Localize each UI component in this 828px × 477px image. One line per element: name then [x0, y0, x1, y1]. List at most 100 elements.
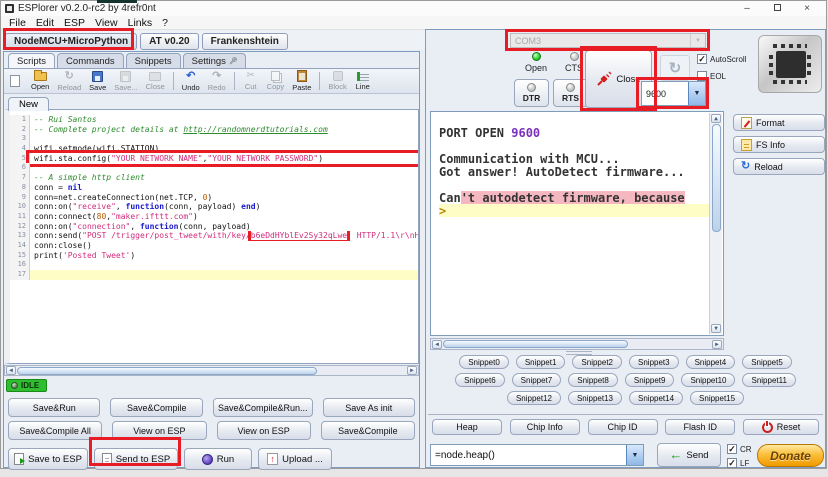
code-line[interactable]: 5 wifi.sta.config("YOUR NETWORK NAME","YO… [10, 149, 418, 168]
toolbar-undo-button[interactable]: ↶ Undo [182, 70, 200, 92]
save-as-init-button[interactable]: Save As init [322, 398, 415, 417]
editor-hscrollbar[interactable]: ◄ ► [4, 365, 419, 376]
chevron-down-icon[interactable]: ▼ [626, 445, 643, 465]
toolbar-reload-button[interactable]: ↻ Reload [57, 70, 81, 92]
firmware-tab-nodemcu-micropython[interactable]: NodeMCU+MicroPython [5, 33, 138, 50]
toolbar-open-button[interactable]: Open [31, 69, 49, 91]
code-line[interactable]: 15 print('Posted Tweet') [10, 250, 418, 261]
command-input[interactable] [431, 445, 626, 465]
send-button[interactable]: ← Send [657, 443, 721, 467]
tab-scripts[interactable]: Scripts [8, 53, 56, 68]
scroll-right-icon[interactable]: ► [712, 339, 722, 349]
chevron-down-icon[interactable]: ▼ [688, 82, 705, 105]
code-line[interactable]: 12 conn:on("connection", function(conn, p… [10, 221, 418, 232]
firmware-tab-frankenshtein[interactable]: Frankenshtein [201, 33, 288, 50]
snippet9-button[interactable]: Snippet9 [624, 373, 675, 387]
snippet3-button[interactable]: Snippet3 [629, 355, 679, 369]
send-to-esp-button[interactable]: Send to ESP [94, 448, 178, 470]
window-close-button[interactable]: × [792, 2, 822, 16]
code-line[interactable]: 16 [10, 260, 418, 270]
code-editor[interactable]: 1 -- Rui Santos 2 -- Complete project detai… [4, 109, 419, 364]
dtr-button[interactable]: DTR [514, 79, 549, 107]
save-compile-button[interactable]: Save&Compile [320, 421, 415, 440]
scroll-up-icon[interactable]: ▲ [711, 114, 721, 123]
chevron-down-icon[interactable]: ▼ [690, 34, 705, 47]
lf-option[interactable]: LF [727, 458, 752, 468]
menu-item-file[interactable]: File [4, 17, 31, 29]
menu-item-links[interactable]: Links [123, 17, 158, 29]
flash-id-button[interactable]: Flash ID [665, 419, 736, 435]
toolbar-close-file-button[interactable]: Close [146, 71, 165, 91]
menu-item-esp[interactable]: ESP [59, 17, 90, 29]
run-button[interactable]: Run [184, 448, 252, 470]
snippet14-button[interactable]: Snippet14 [629, 391, 684, 405]
refresh-ports-button[interactable]: ↻ [660, 55, 690, 81]
snippet6-button[interactable]: Snippet6 [455, 373, 505, 387]
menu-item-help[interactable]: ? [157, 17, 173, 29]
reload-button[interactable]: ↻ Reload [733, 158, 825, 175]
tab-settings[interactable]: Settings [182, 53, 246, 68]
autoscroll-checkbox[interactable] [697, 54, 707, 64]
eol-option[interactable]: EOL [697, 71, 726, 81]
tab-snippets[interactable]: Snippets [125, 53, 181, 68]
snippet15-button[interactable]: Snippet15 [690, 391, 745, 405]
snippet7-button[interactable]: Snippet7 [511, 373, 562, 387]
terminal-output[interactable]: PORT OPEN 9600 Communication with MCU... G… [430, 111, 724, 336]
baud-rate-select[interactable]: 9600 ▼ [641, 81, 706, 106]
view-on-esp-button[interactable]: View on ESP [112, 421, 207, 440]
code-line[interactable]: 1 -- Rui Santos [10, 115, 418, 125]
save-compile-button[interactable]: Save&Compile [110, 398, 203, 417]
snippet0-button[interactable]: Snippet0 [459, 355, 509, 369]
heap-button[interactable]: Heap [432, 419, 502, 435]
code-line[interactable]: 8 conn = nil [10, 182, 418, 193]
code-line[interactable]: 2 -- Complete project details at http://r… [10, 124, 418, 135]
save-run-button[interactable]: Save&Run [8, 398, 101, 417]
toolbar-new-file-button[interactable] [7, 75, 23, 87]
snippet1-button[interactable]: Snippet1 [515, 355, 566, 369]
toolbar-copy-button[interactable]: Copy [267, 71, 284, 91]
snippet4-button[interactable]: Snippet4 [685, 355, 736, 369]
cr-checkbox[interactable] [727, 444, 737, 454]
snippet2-button[interactable]: Snippet2 [572, 355, 622, 369]
com-port-select[interactable]: COM3 ▼ [510, 33, 706, 48]
snippet8-button[interactable]: Snippet8 [568, 373, 618, 387]
snippet11-button[interactable]: Snippet11 [742, 373, 796, 387]
code-line[interactable]: 17 [10, 270, 418, 280]
code-line[interactable]: 13 conn:send("POST /trigger/post_tweet/wi… [10, 231, 418, 241]
maximize-button[interactable] [762, 2, 792, 16]
menu-item-edit[interactable]: Edit [31, 17, 59, 29]
toolbar-paste-button[interactable]: Paste [292, 70, 311, 92]
scroll-right-icon[interactable]: ► [407, 366, 417, 375]
code-line[interactable]: 3 [10, 134, 418, 145]
save-compile-run-button[interactable]: Save&Compile&Run... [212, 398, 313, 417]
menu-item-view[interactable]: View [90, 17, 123, 29]
save-compile-all-button[interactable]: Save&Compile All [8, 421, 103, 440]
toolbar-cut-button[interactable]: ✂ Cut [243, 71, 259, 92]
code-line[interactable]: 4 wifi.setmode(wifi.STATION) [10, 144, 418, 154]
code-line[interactable]: 9 conn=net.createConnection(net.TCP, 0) [10, 192, 418, 203]
fs-info-button[interactable]: FS Info [733, 136, 825, 153]
open-indicator[interactable]: Open [518, 52, 554, 73]
lf-checkbox[interactable] [727, 458, 737, 468]
chip-info-button[interactable]: Chip Info [509, 419, 580, 435]
format-button[interactable]: Format [733, 114, 825, 131]
code-line[interactable]: 10 conn:on("receive", function(conn, payl… [10, 202, 418, 212]
chip-id-button[interactable]: Chip ID [587, 419, 658, 435]
minimize-button[interactable]: – [732, 2, 762, 16]
title-bar[interactable]: ESPlorer v0.2.0-rc2 by 4refr0nt – × [1, 1, 826, 16]
editor-hscroll-thumb[interactable] [17, 366, 317, 375]
code-line[interactable]: 14 conn:close() [10, 240, 418, 251]
terminal-hscrollbar[interactable]: ◄ ► [430, 338, 724, 350]
snippet10-button[interactable]: Snippet10 [681, 373, 736, 387]
code-line[interactable]: 7 -- A simple http client [10, 173, 418, 183]
toolbar-redo-button[interactable]: ↷ Redo [208, 70, 226, 92]
rts-button[interactable]: RTS [553, 79, 588, 107]
save-to-esp-button[interactable]: Save to ESP [8, 448, 88, 470]
code-line[interactable]: 11 conn:connect(80,"maker.ifttt.com") [10, 211, 418, 222]
snippet13-button[interactable]: Snippet13 [567, 391, 622, 405]
reset-button[interactable]: Reset [743, 419, 819, 435]
tab-commands[interactable]: Commands [57, 53, 124, 68]
toolbar-save-button[interactable]: Save [89, 70, 106, 92]
terminal-hscroll-thumb[interactable] [443, 340, 628, 348]
terminal-vscrollbar[interactable]: ▲ ▼ [709, 113, 722, 334]
